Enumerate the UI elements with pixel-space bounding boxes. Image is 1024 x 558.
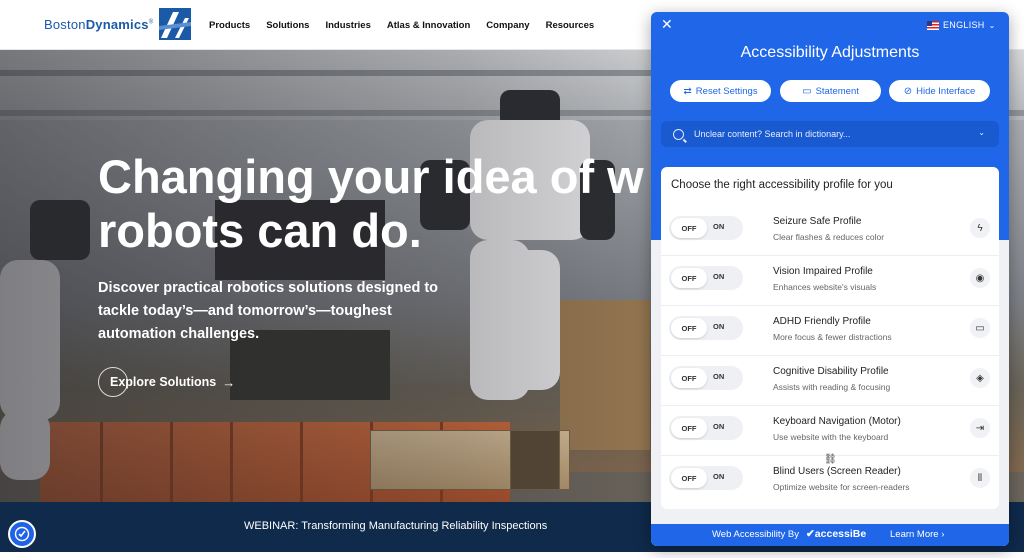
- toggle-on-label: ON: [713, 472, 725, 481]
- monitor-icon: ▭: [802, 85, 812, 97]
- profile-desc: Optimize website for screen-readers: [773, 482, 910, 492]
- toggle-on-label: ON: [713, 422, 725, 431]
- profile-desc: Enhances website's visuals: [773, 282, 877, 292]
- arrow-right-icon: →: [222, 374, 236, 390]
- webinar-text: WEBINAR: Transforming Manufacturing Reli…: [244, 520, 548, 532]
- panel-footer: Web Accessibility By ✔accessiBe Learn Mo…: [651, 524, 1009, 546]
- logo-text: BostonDynamics®: [44, 16, 154, 32]
- profile-row-cognitive-disability: OFF ON Cognitive Disability Profile Assi…: [661, 356, 999, 406]
- learn-more-link[interactable]: Learn More ›: [890, 529, 944, 540]
- target-icon: ◈: [970, 368, 990, 388]
- profile-name: Blind Users (Screen Reader): [773, 466, 901, 477]
- accessibility-panel: ✕ ENGLISH ⌄ Accessibility Adjustments ⇄ …: [651, 12, 1009, 546]
- toggle-off-label: OFF: [671, 368, 707, 388]
- toggle-on-label: ON: [713, 372, 725, 381]
- profile-name: Keyboard Navigation (Motor): [773, 416, 901, 427]
- toggle-off-label: OFF: [671, 418, 707, 438]
- dictionary-search[interactable]: Unclear content? Search in dictionary...…: [661, 121, 999, 147]
- nav-solutions[interactable]: Solutions: [266, 20, 309, 31]
- boston-dynamics-logo[interactable]: BostonDynamics®: [44, 8, 192, 40]
- main-nav: Products Solutions Industries Atlas & In…: [209, 0, 610, 50]
- accessibility-trigger-button[interactable]: [8, 520, 36, 548]
- profile-row-keyboard-navigation: OFF ON Keyboard Navigation (Motor) Use w…: [661, 406, 999, 456]
- search-placeholder: Unclear content? Search in dictionary...: [694, 129, 851, 139]
- profile-toggle[interactable]: OFF ON: [669, 316, 743, 340]
- explore-label: Explore Solutions: [110, 375, 217, 389]
- hide-interface-label: Hide Interface: [916, 85, 976, 97]
- language-selector[interactable]: ENGLISH ⌄: [927, 17, 995, 33]
- arrow-to-line-icon: ⇥: [970, 418, 990, 438]
- explore-solutions-button[interactable]: Explore Solutions →: [98, 367, 235, 397]
- profile-row-adhd-friendly: OFF ON ADHD Friendly Profile More focus …: [661, 306, 999, 356]
- profile-row-seizure-safe: OFF ON Seizure Safe Profile Clear flashe…: [661, 206, 999, 256]
- sound-wave-icon: ⦀: [970, 468, 990, 488]
- logo-mark-icon: [159, 8, 192, 40]
- profile-name: ADHD Friendly Profile: [773, 316, 871, 327]
- reset-icon: ⇄: [683, 85, 692, 97]
- profile-desc: More focus & fewer distractions: [773, 332, 892, 342]
- nav-products[interactable]: Products: [209, 20, 250, 31]
- toggle-off-label: OFF: [671, 218, 707, 238]
- profile-toggle[interactable]: OFF ON: [669, 266, 743, 290]
- toggle-off-label: OFF: [671, 318, 707, 338]
- profile-desc: Assists with reading & focusing: [773, 382, 891, 392]
- panel-title: Accessibility Adjustments: [740, 44, 920, 61]
- profile-row-vision-impaired: OFF ON Vision Impaired Profile Enhances …: [661, 256, 999, 306]
- chevron-down-icon: ⌄: [978, 128, 985, 137]
- profile-toggle[interactable]: OFF ON: [669, 216, 743, 240]
- toggle-on-label: ON: [713, 322, 725, 331]
- profile-name: Vision Impaired Profile: [773, 266, 873, 277]
- hero-title: Changing your idea of w robots can do.: [98, 150, 644, 257]
- profile-toggle[interactable]: OFF ON: [669, 366, 743, 390]
- language-label: ENGLISH: [943, 20, 985, 30]
- profile-desc: Use website with the keyboard: [773, 432, 889, 442]
- bottom-strip: [0, 552, 1024, 558]
- us-flag-icon: [927, 20, 939, 30]
- close-icon[interactable]: ✕: [661, 16, 673, 33]
- footer-label: Web Accessibility By: [712, 529, 799, 540]
- profiles-heading: Choose the right accessibility profile f…: [671, 179, 893, 191]
- toggle-off-label: OFF: [671, 468, 707, 488]
- nav-resources[interactable]: Resources: [546, 20, 595, 31]
- toggle-on-label: ON: [713, 272, 725, 281]
- search-icon: [673, 128, 684, 140]
- toggle-off-label: OFF: [671, 268, 707, 288]
- nav-atlas-innovation[interactable]: Atlas & Innovation: [387, 20, 470, 31]
- link-icon: ⛓: [824, 454, 837, 465]
- accessibe-logo-link[interactable]: ✔accessiBe: [806, 528, 866, 540]
- lightning-icon: ϟ: [970, 218, 990, 238]
- profile-name: Cognitive Disability Profile: [773, 366, 889, 377]
- nav-company[interactable]: Company: [486, 20, 529, 31]
- statement-button[interactable]: ▭ Statement: [780, 80, 881, 102]
- hide-interface-button[interactable]: ⊘ Hide Interface: [889, 80, 990, 102]
- profile-name: Seizure Safe Profile: [773, 216, 862, 227]
- profile-toggle[interactable]: OFF ON: [669, 466, 743, 490]
- reset-settings-label: Reset Settings: [695, 85, 758, 97]
- profile-toggle[interactable]: OFF ON: [669, 416, 743, 440]
- eye-icon: ◉: [970, 268, 990, 288]
- profile-desc: Clear flashes & reduces color: [773, 232, 885, 242]
- chevron-down-icon: ⌄: [988, 20, 996, 30]
- nav-industries[interactable]: Industries: [325, 20, 370, 31]
- toggle-on-label: ON: [713, 222, 725, 231]
- accessibility-icon: [14, 526, 30, 542]
- hero-subtitle: Discover practical robotics solutions de…: [98, 280, 439, 342]
- eye-slash-icon: ⊘: [903, 85, 913, 97]
- focus-icon: ▭: [970, 318, 990, 338]
- reset-settings-button[interactable]: ⇄ Reset Settings: [670, 80, 771, 102]
- statement-label: Statement: [815, 85, 859, 97]
